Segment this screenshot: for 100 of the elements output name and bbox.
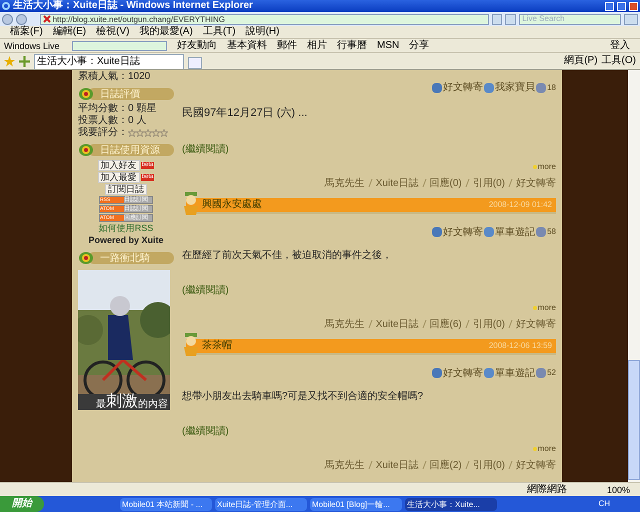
- menu-item[interactable]: 工具(T): [202, 26, 236, 38]
- section-title: 一路衝北騎: [100, 252, 150, 264]
- zoom-level[interactable]: 100%: [606, 484, 630, 496]
- rating-line: 投票人數：0 人: [78, 115, 148, 126]
- star-icon[interactable]: [144, 128, 152, 136]
- post-date: 2008-12-06 13:59: [488, 340, 552, 352]
- taskbar-button[interactable]: Mobile01 本站新聞 - ...: [120, 498, 212, 510]
- taskbar-button[interactable]: Mobile01 [Blog]一輪...: [310, 498, 402, 510]
- flower-icon: [78, 251, 94, 265]
- zone-text: 網際網路: [526, 484, 567, 496]
- more-link[interactable]: more: [538, 302, 556, 314]
- more-icon: [532, 164, 537, 168]
- slash-separator-icon: [422, 460, 427, 470]
- command-button[interactable]: 工具(O): [602, 54, 636, 68]
- flower-icon: [78, 87, 94, 101]
- category-link[interactable]: 我家寶貝: [495, 80, 536, 95]
- read-more-link[interactable]: (繼續閱讀): [182, 424, 229, 438]
- read-more-link[interactable]: (繼續閱讀): [182, 142, 229, 156]
- rss-help-link[interactable]: 如何使用RSS: [98, 223, 154, 234]
- footer-link[interactable]: 回應(0): [430, 176, 462, 190]
- address-field[interactable]: http://blog.xuite.net/outgun.chang/EVERYTHING: [40, 14, 489, 24]
- menu-item[interactable]: 編輯(E): [52, 26, 86, 38]
- star-icon[interactable]: [136, 128, 144, 136]
- toolbar-link[interactable]: 相片: [307, 40, 327, 52]
- footer-link[interactable]: 回應(2): [430, 458, 462, 472]
- command-button[interactable]: 網頁(P): [564, 54, 598, 68]
- minimize-button[interactable]: [605, 2, 614, 10]
- footer-link[interactable]: 馬克先生: [324, 316, 365, 332]
- forward-link[interactable]: 好文轉寄: [443, 366, 484, 380]
- rating-line: 平均分數：0 顆星: [78, 103, 158, 114]
- search-field[interactable]: Live Search: [519, 14, 622, 24]
- post-title[interactable]: 興國永安處處: [202, 197, 262, 212]
- more-link[interactable]: more: [538, 160, 556, 172]
- footer-link[interactable]: 引用(0): [472, 176, 505, 190]
- taskbar-button[interactable]: Xuite日誌-管理介面...: [215, 498, 307, 510]
- read-more-link[interactable]: (繼續閱讀): [182, 282, 229, 298]
- post-excerpt: 在歷經了前次天氣不佳，被迫取消的事件之後，: [182, 248, 393, 262]
- banner-caption: 最刺激的內容: [78, 394, 170, 410]
- scrollbar[interactable]: [628, 70, 640, 482]
- footer-link[interactable]: 回應(6): [430, 316, 462, 332]
- forward-button[interactable]: [16, 14, 27, 24]
- footer-link[interactable]: 引用(0): [472, 458, 505, 472]
- view-count: 52: [547, 367, 556, 379]
- resource-button[interactable]: 訂閱日誌: [105, 184, 147, 195]
- language-indicator[interactable]: CH: [598, 498, 610, 510]
- section-title: 日誌評價: [100, 88, 140, 100]
- refresh-button[interactable]: [492, 14, 502, 24]
- footer-link[interactable]: 馬克先生: [324, 176, 365, 190]
- live-search-field[interactable]: [72, 40, 167, 50]
- footer-link[interactable]: Xuite日誌: [376, 458, 419, 472]
- menu-item[interactable]: 我的最愛(A): [139, 26, 193, 38]
- view-count: 18: [547, 82, 556, 94]
- footer-link[interactable]: 好文轉寄: [516, 316, 556, 332]
- favorites-icon[interactable]: [4, 56, 15, 66]
- back-button[interactable]: [2, 14, 13, 24]
- post-date: 2008-12-09 01:42: [488, 198, 552, 210]
- taskbar-button[interactable]: 生活大小事：Xuite...: [405, 498, 497, 510]
- close-button[interactable]: [629, 2, 638, 10]
- footer-link[interactable]: 好文轉寄: [516, 176, 556, 190]
- new-tab-button[interactable]: [188, 57, 202, 69]
- post-excerpt: 想帶小朋友出去騎車嗎?可是又找不到合適的安全帽嗎?: [182, 390, 424, 404]
- resource-button[interactable]: 加入最愛: [98, 172, 140, 183]
- visit-count: 累積人氣：1020: [78, 71, 152, 82]
- toolbar-link[interactable]: 基本資料: [227, 40, 267, 52]
- sign-in-button[interactable]: 登入: [610, 40, 630, 52]
- toolbar-link[interactable]: 分享: [409, 40, 430, 52]
- windows-live-button[interactable]: Windows Live: [4, 40, 64, 52]
- forward-link[interactable]: 好文轉寄: [443, 224, 484, 240]
- category-link[interactable]: 單車遊記: [495, 366, 536, 380]
- star-icon[interactable]: [128, 128, 136, 136]
- toolbar-link[interactable]: MSN: [377, 40, 400, 52]
- post-title[interactable]: 茶茶帽: [202, 338, 232, 353]
- menu-item[interactable]: 檔案(F): [10, 26, 43, 38]
- footer-link[interactable]: Xuite日誌: [376, 316, 419, 332]
- footer-link[interactable]: 引用(0): [472, 316, 505, 332]
- vote-label: 我要評分：: [78, 127, 128, 138]
- resource-button[interactable]: 加入好友: [98, 160, 140, 171]
- stop-button[interactable]: [505, 14, 516, 24]
- add-favorites-icon[interactable]: [19, 56, 30, 66]
- footer-link[interactable]: Xuite日誌: [376, 176, 419, 190]
- browser-tab[interactable]: 生活大小事：Xuite日誌: [34, 54, 184, 69]
- rating-stars[interactable]: [128, 128, 168, 136]
- menu-item[interactable]: 檢視(V): [96, 26, 130, 38]
- browser-icon: [2, 2, 10, 10]
- menu-item[interactable]: 說明(H): [246, 26, 280, 38]
- footer-link[interactable]: 馬克先生: [324, 458, 365, 472]
- toolbar-link[interactable]: 好友動向: [177, 40, 217, 52]
- footer-link[interactable]: 好文轉寄: [516, 458, 556, 472]
- star-icon[interactable]: [152, 128, 160, 136]
- toolbar-link[interactable]: 郵件: [277, 40, 297, 52]
- toolbar-link[interactable]: 行事曆: [337, 40, 367, 52]
- maximize-button[interactable]: [617, 2, 626, 10]
- star-icon[interactable]: [160, 128, 168, 136]
- slash-separator-icon: [422, 178, 427, 188]
- forward-link[interactable]: 好文轉寄: [443, 80, 484, 95]
- more-link[interactable]: more: [538, 442, 556, 454]
- scrollbar-thumb[interactable]: [628, 360, 640, 480]
- category-link[interactable]: 單車遊記: [495, 224, 536, 240]
- start-button[interactable]: 開始: [0, 496, 44, 512]
- more-icon: [532, 446, 537, 450]
